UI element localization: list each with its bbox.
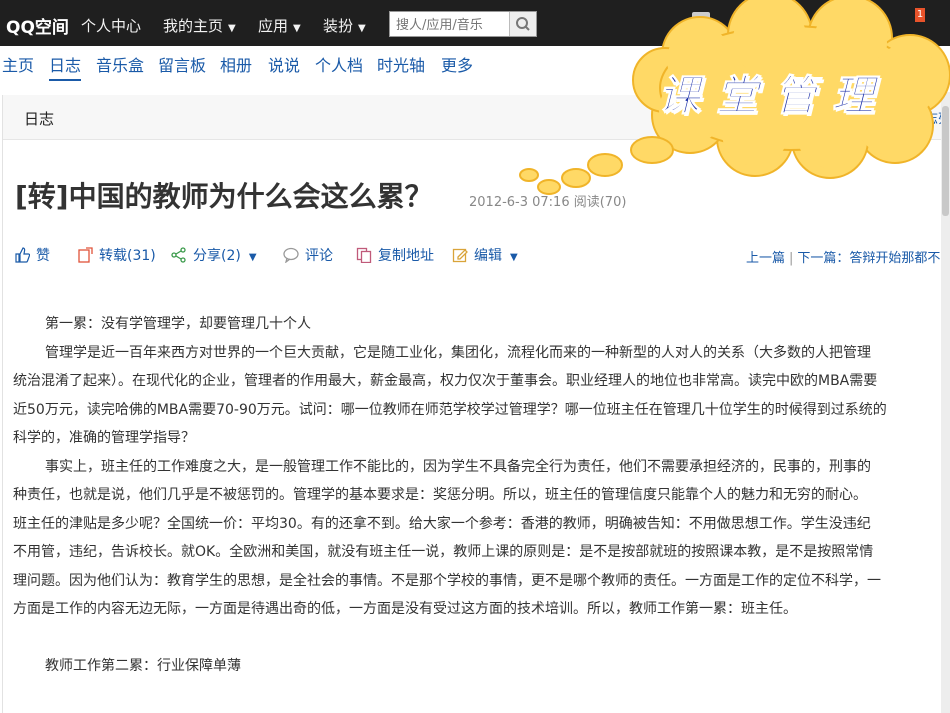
divider: | [789,251,794,266]
chevron-down-icon: ▼ [293,23,301,34]
search-button[interactable] [509,12,536,36]
scroll-thumb[interactable] [942,106,949,216]
article-body: 第一累：没有学管理学，却要管理几十个人 管理学是近一百年来西方对世界的一个巨大贡… [13,310,943,681]
comment-icon [283,247,299,263]
article-line: 种责任，也就是说，他们几乎是不被惩罚的。管理学的基本要求是：奖惩分明。所以，班主… [13,487,867,503]
article-line: 教师工作第二累：行业保障单薄 [45,658,241,674]
repost-button[interactable]: 转载(31) [77,245,156,265]
copy-icon [356,247,372,263]
copy-link-button[interactable]: 复制地址 [356,245,434,265]
section-title: 日志 [24,110,55,128]
subnav-album[interactable]: 相册 [220,52,252,76]
article-blank-line [13,624,943,653]
article-line: 统治混淆了起来）。在现代化的企业，管理者的作用最大，薪金最高，权力仅次于董事会。… [13,373,878,389]
nav-personal-center[interactable]: 个人中心 [81,15,141,36]
edit-button[interactable]: 编辑 ▼ [452,245,518,265]
subnav-blog[interactable]: 日志 [49,52,82,81]
chevron-down-icon[interactable]: ▼ [249,252,257,263]
chevron-down-icon[interactable]: ▼ [510,252,518,263]
prev-post-link[interactable]: 上一篇 [746,251,785,266]
chevron-down-icon: ▼ [358,23,366,34]
post-title: [转]中国的教师为什么会这么累？ [15,180,433,213]
qzone-logo[interactable]: QQ空间 [6,13,69,38]
article-line: 方面是工作的内容无边无际，一方面是待遇出奇的低，一方面是没有受过这方面的技术培训… [13,601,797,617]
share-icon [171,247,186,263]
subnav-more[interactable]: 更多 [441,52,473,76]
post-meta: 2012-6-3 07:16 阅读(70) [469,195,627,210]
nav-dressup-label: 装扮 [323,17,354,35]
search-box [389,11,537,37]
blog-content: 日志 回日志列 [转]中国的教师为什么会这么累？ 2012-6-3 07:16 … [2,95,950,713]
edit-label: 编辑 [474,248,502,264]
subnav-profile[interactable]: 个人档 [315,52,363,76]
copy-link-label: 复制地址 [378,248,434,264]
subnav-timeline[interactable]: 时光轴 [377,52,425,76]
subnav-shuoshuo[interactable]: 说说 [268,52,300,76]
article-line: 理问题。因为他们认为：教育学生的思想，是全社会的事情。不是那个学校的事情，更不是… [13,572,881,589]
article-line: 管理学是近一百年来西方对世界的一个巨大贡献，它是随工业化，集团化，流程化而来的一… [45,344,871,361]
like-button[interactable]: 赞 [14,245,50,265]
subnav-guestbook[interactable]: 留言板 [158,52,206,76]
like-label: 赞 [36,248,50,264]
article-line: 不用管，违纪，告诉校长。就OK。全欧洲和美国，就没有班主任一说，教师上课的原则是… [13,544,874,560]
repost-label: 转载(31) [99,248,156,264]
comment-button[interactable]: 评论 [283,245,333,265]
article-line: 近50万元，读完哈佛的MBA需要70-90万元。试问：哪一位教师在师范学校学过管… [13,401,887,418]
classroom-management-overlay-text: 课堂管理 [657,71,891,121]
nav-dressup[interactable]: 装扮 ▼ [323,15,366,36]
article-line: 第一累：没有学管理学，却要管理几十个人 [45,316,311,332]
edit-icon [452,248,468,263]
thumbs-up-icon [15,247,30,263]
share-button[interactable]: 分享(2) ▼ [171,245,257,265]
message-icon[interactable] [692,12,710,26]
article-line: 班主任的津贴是多少呢？全国统一价：平均30。有的还拿不到。给大家一个参考：香港的… [13,515,871,532]
article-line: 科学的，准确的管理学指导？ [13,430,195,446]
search-input[interactable] [396,16,500,34]
comment-label: 评论 [305,248,333,264]
article-line: 事实上，班主任的工作难度之大，是一般管理工作不能比的，因为学生不具备完全行为责任… [45,458,871,475]
scrollbar[interactable] [941,92,950,713]
next-post-link[interactable]: 下一篇：答辩开始那都不公平 [797,251,950,266]
top-bar: QQ空间 个人中心 我的主页 ▼ 应用 ▼ 装扮 ▼ 1 [0,0,950,46]
search-icon [516,17,530,31]
chevron-down-icon: ▼ [228,23,236,34]
subnav-music[interactable]: 音乐盒 [96,52,144,76]
subnav-home[interactable]: 主页 [2,52,34,76]
nav-my-homepage-label: 我的主页 [163,17,224,35]
nav-apps[interactable]: 应用 ▼ [258,15,301,36]
nav-my-homepage[interactable]: 我的主页 ▼ [163,15,236,36]
post-nav-links: 上一篇 | 下一篇：答辩开始那都不公平 [746,247,950,266]
notification-badge[interactable]: 1 [915,8,925,22]
repost-icon [78,247,93,263]
nav-apps-label: 应用 [258,17,289,35]
share-label: 分享(2) [193,248,241,264]
